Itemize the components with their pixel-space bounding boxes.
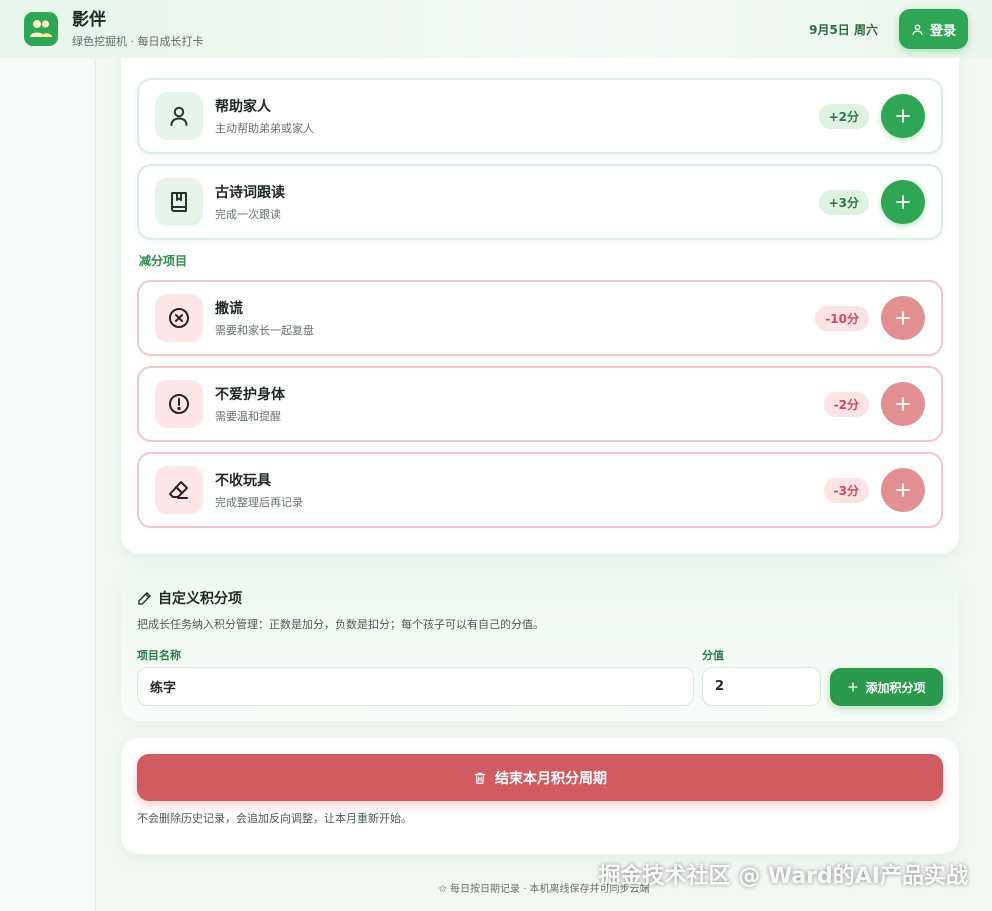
- end-cycle-note: 不会删除历史记录，会追加反向调整，让本月重新开始。: [137, 812, 412, 825]
- item-desc: 需要和家长一起复盘: [215, 324, 314, 337]
- add-score-item-label: 添加积分项: [865, 680, 926, 695]
- add-points-button[interactable]: [881, 94, 925, 138]
- add-points-button[interactable]: [881, 382, 925, 426]
- points-badge: +3分: [818, 189, 869, 215]
- points-badge: -10分: [815, 305, 869, 331]
- score-item-poetry-reading: 古诗词跟读 完成一次跟读 +3分: [137, 164, 943, 240]
- score-item-toys: 不收玩具 完成整理后再记录 -3分: [137, 452, 943, 528]
- item-name: 古诗词跟读: [215, 185, 285, 201]
- value-input[interactable]: 2: [702, 667, 821, 706]
- custom-title: 自定义积分项: [137, 588, 242, 608]
- value-label: 分值: [702, 649, 724, 662]
- add-points-button[interactable]: [881, 296, 925, 340]
- brand: 影伴 绿色挖掘机 · 每日成长打卡: [72, 10, 204, 49]
- points-badge: -2分: [823, 391, 869, 417]
- custom-item-panel: 自定义积分项 把成长任务纳入积分管理：正数是加分，负数是扣分；每个孩子可以有自己…: [121, 570, 959, 721]
- person-icon: [155, 92, 203, 140]
- watermark: 掘金技术社区 @ Ward的AI产品实战: [598, 864, 968, 889]
- plus-icon: [896, 195, 910, 209]
- end-cycle-label: 结束本月积分周期: [495, 770, 607, 787]
- item-name: 帮助家人: [215, 99, 271, 115]
- score-item-body-care: 不爱护身体 需要温和提醒 -2分: [137, 366, 943, 442]
- app-title: 影伴: [72, 9, 106, 30]
- current-date: 9月5日 周六: [809, 23, 878, 37]
- plus-icon: [896, 109, 910, 123]
- pencil-icon: [138, 591, 151, 605]
- add-points-button[interactable]: [881, 180, 925, 224]
- item-desc: 主动帮助弟弟或家人: [215, 122, 314, 135]
- plus-icon: [896, 397, 910, 411]
- login-label: 登录: [929, 23, 956, 39]
- plus-icon: [896, 311, 910, 325]
- alert-circle-icon: [155, 380, 203, 428]
- points-badge: -3分: [823, 477, 869, 503]
- app-logo-icon: [24, 12, 58, 46]
- score-item-help-family: 帮助家人 主动帮助弟弟或家人 +2分: [137, 78, 943, 154]
- custom-description: 把成长任务纳入积分管理：正数是加分，负数是扣分；每个孩子可以有自己的分值。: [137, 618, 544, 631]
- app-subtitle: 绿色挖掘机 · 每日成长打卡: [72, 34, 204, 48]
- top-bar: 影伴 绿色挖掘机 · 每日成长打卡 9月5日 周六 登录: [0, 0, 992, 58]
- item-desc: 完成一次跟读: [215, 208, 281, 221]
- deduction-section-label: 减分项目: [139, 254, 188, 268]
- points-badge: +2分: [818, 103, 869, 129]
- login-button[interactable]: 登录: [899, 9, 968, 49]
- trash-icon: [474, 772, 486, 784]
- item-desc: 完成整理后再记录: [215, 496, 303, 509]
- end-cycle-panel: 结束本月积分周期 不会删除历史记录，会追加反向调整，让本月重新开始。: [121, 738, 959, 854]
- book-icon: [155, 178, 203, 226]
- plus-icon: [896, 483, 910, 497]
- item-name-label: 项目名称: [137, 649, 181, 662]
- sidebar: [0, 58, 96, 911]
- item-name-input[interactable]: 练字: [137, 667, 694, 706]
- end-cycle-button[interactable]: 结束本月积分周期: [137, 754, 943, 801]
- item-desc: 需要温和提醒: [215, 410, 281, 423]
- score-item-lying: 撒谎 需要和家长一起复盘 -10分: [137, 280, 943, 356]
- add-score-item-button[interactable]: 添加积分项: [830, 668, 943, 706]
- custom-title-text: 自定义积分项: [158, 591, 242, 607]
- item-name: 不收玩具: [215, 473, 271, 489]
- x-circle-icon: [155, 294, 203, 342]
- eraser-icon: [155, 466, 203, 514]
- plus-icon: [848, 682, 859, 692]
- user-icon: [912, 24, 923, 35]
- item-name: 撒谎: [215, 301, 243, 317]
- score-items-panel: 帮助家人 主动帮助弟弟或家人 +2分 古诗词跟读 完成一次跟读 +3分 减分项目: [121, 8, 959, 554]
- add-points-button[interactable]: [881, 468, 925, 512]
- item-name: 不爱护身体: [215, 387, 285, 403]
